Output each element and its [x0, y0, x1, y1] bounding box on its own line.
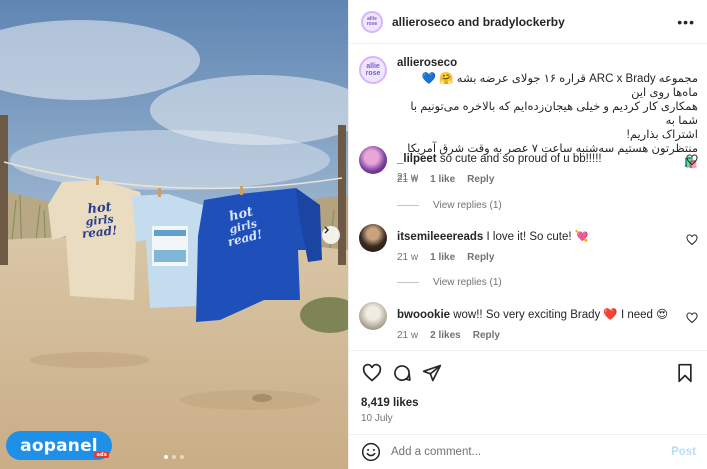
comment-username[interactable]: bwoookie: [397, 309, 450, 321]
comment-item: itsemileeereads I love it! So cute! 💘 21…: [359, 224, 698, 263]
avatar[interactable]: allie rose: [361, 10, 383, 33]
share-button[interactable]: [421, 362, 443, 384]
save-icon: [678, 363, 692, 383]
carousel-dot: [172, 455, 176, 459]
comment-meta: 21 w 1 like Reply: [397, 174, 698, 185]
comment-item: _lilpeet so cute and so proud of u bb!!!…: [359, 146, 698, 185]
avatar[interactable]: [359, 224, 387, 252]
avatar[interactable]: [359, 146, 387, 174]
action-icons: [361, 361, 696, 385]
replies-divider: [397, 205, 419, 206]
replies-divider: [397, 282, 419, 283]
comment-likes[interactable]: 1 like: [430, 252, 455, 263]
emoji-icon[interactable]: [361, 442, 381, 462]
comment-username[interactable]: itsemileeereads: [397, 231, 483, 243]
comment-body: itsemileeereads I love it! So cute! 💘 21…: [397, 224, 698, 263]
comment-text: I love it! So cute! 💘: [486, 231, 590, 243]
carousel-dots: [164, 455, 184, 459]
reply-button[interactable]: Reply: [467, 252, 494, 263]
view-replies-button[interactable]: View replies (1): [397, 277, 502, 288]
view-replies-button[interactable]: View replies (1): [397, 200, 502, 211]
comment-likes[interactable]: 2 likes: [430, 330, 461, 341]
caption-line: اشتراک بذاریم!: [626, 129, 698, 141]
heart-icon: [362, 363, 382, 382]
comment-meta: 21 w 1 like Reply: [397, 252, 698, 263]
post-date: 10 July: [361, 413, 393, 424]
comment-age: 21 w: [397, 330, 419, 341]
heart-icon[interactable]: [686, 154, 698, 166]
comment-button[interactable]: [391, 362, 413, 384]
comment-text-line: bwoookie wow!! So very exciting Brady ❤️…: [397, 308, 698, 322]
heart-icon[interactable]: [686, 234, 698, 246]
comment-likes[interactable]: 1 like: [430, 174, 455, 185]
reply-button[interactable]: Reply: [473, 330, 500, 341]
avatar[interactable]: allie rose: [359, 56, 387, 84]
add-comment-input[interactable]: [391, 446, 672, 458]
chevron-right-icon: [324, 226, 329, 234]
add-comment-bar: Post: [349, 434, 707, 469]
comment-icon: [394, 365, 411, 381]
comment-text: so cute and so proud of u bb!!!!!: [439, 153, 602, 165]
carousel-next-button[interactable]: [322, 226, 340, 244]
caption-line: همکاری کار کردیم و خیلی هیجان‌زده‌ایم که…: [410, 101, 698, 127]
post-button[interactable]: Post: [671, 446, 696, 458]
like-button[interactable]: [361, 362, 383, 384]
post-photo: hot girls read! hot girls read! aopanel …: [0, 0, 348, 469]
avatar[interactable]: [359, 302, 387, 330]
post-actions: 8,419 likes 10 July: [349, 350, 707, 424]
watermark-logo: aopanel ads: [6, 431, 112, 460]
reply-button[interactable]: Reply: [467, 174, 494, 185]
comment-item: bwoookie wow!! So very exciting Brady ❤️…: [359, 302, 698, 341]
view-replies-label: View replies (1): [433, 277, 502, 288]
comment-age: 21 w: [397, 174, 419, 185]
comment-text-line: _lilpeet so cute and so proud of u bb!!!…: [397, 152, 698, 166]
likes-count[interactable]: 8,419 likes: [361, 397, 696, 409]
comment-age: 21 w: [397, 252, 419, 263]
comment-text-line: itsemileeereads I love it! So cute! 💘: [397, 230, 698, 244]
caption-line: مجموعه ARC x Brady قراره ۱۶ جولای عرضه ب…: [421, 73, 698, 99]
more-icon[interactable]: •••: [675, 14, 695, 30]
carousel-dot: [164, 455, 168, 459]
photo-scene: hot girls read! hot girls read!: [0, 0, 348, 469]
comment-username[interactable]: _lilpeet: [397, 153, 437, 165]
comment-body: bwoookie wow!! So very exciting Brady ❤️…: [397, 302, 698, 341]
post-header: allie rose allieroseco and bradylockerby…: [349, 0, 707, 44]
carousel-dot: [180, 455, 184, 459]
comments-list: allie rose allieroseco مجموعه ARC x Brad…: [349, 44, 707, 349]
comment-text: wow!! So very exciting Brady ❤️ I need 😍: [453, 309, 669, 321]
comment-meta: 21 w 2 likes Reply: [397, 330, 698, 341]
heart-icon[interactable]: [686, 312, 698, 324]
caption-username[interactable]: allieroseco: [397, 56, 698, 70]
share-icon: [422, 364, 442, 382]
save-button[interactable]: [674, 362, 696, 384]
comment-body: _lilpeet so cute and so proud of u bb!!!…: [397, 146, 698, 185]
post-details-panel: allie rose allieroseco and bradylockerby…: [348, 0, 707, 469]
view-replies-label: View replies (1): [433, 200, 502, 211]
post-author-title[interactable]: allieroseco and bradylockerby: [392, 15, 675, 29]
